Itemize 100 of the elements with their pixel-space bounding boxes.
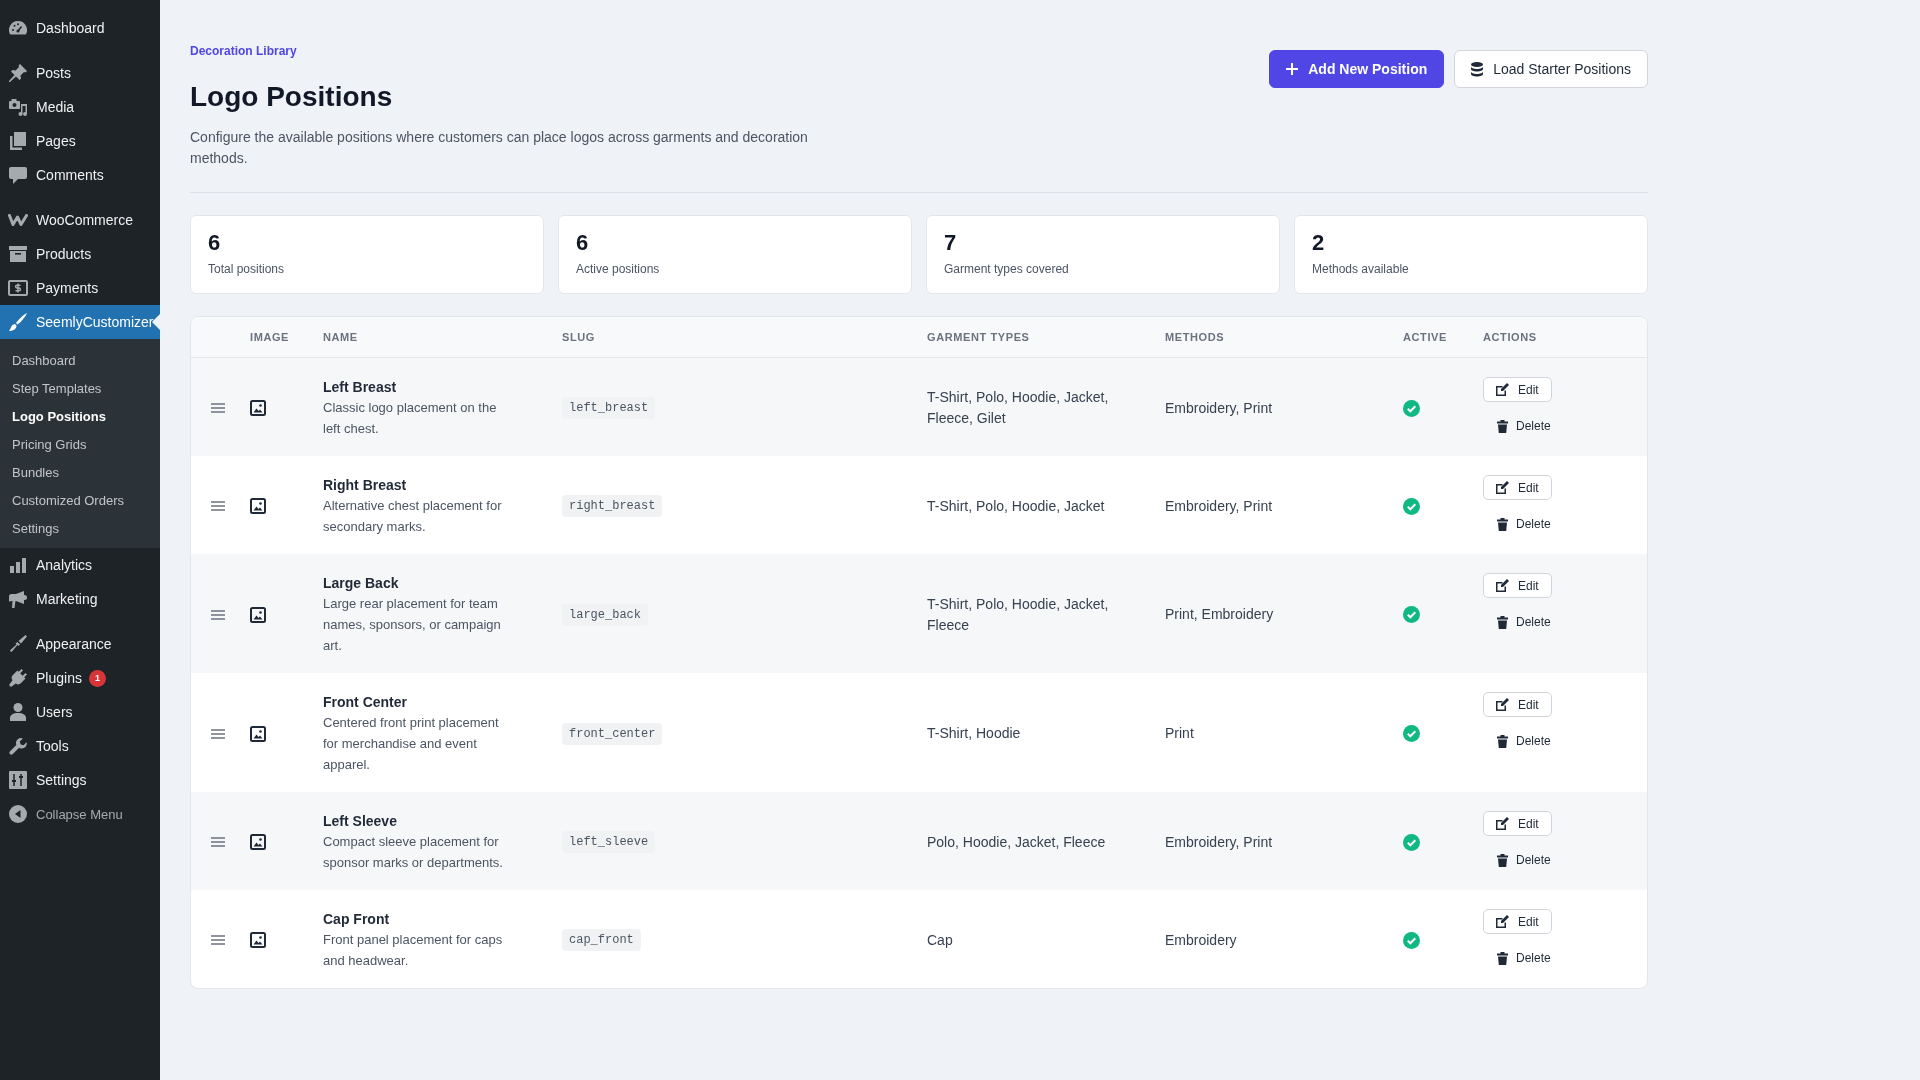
edit-icon	[1496, 698, 1509, 711]
edit-button[interactable]: Edit	[1483, 475, 1552, 500]
megaphone-icon	[9, 590, 27, 608]
camera-music-icon	[9, 98, 27, 116]
wrench-icon	[9, 737, 27, 755]
menu-item[interactable]: Media	[0, 90, 160, 124]
drag-handle-icon	[211, 935, 225, 945]
delete-button[interactable]: Delete	[1483, 515, 1551, 533]
delete-button[interactable]: Delete	[1483, 949, 1551, 967]
image-icon	[250, 400, 266, 416]
add-position-button[interactable]: Add New Position	[1269, 50, 1445, 88]
garment-types: T-Shirt, Hoodie	[927, 724, 1021, 743]
position-description: Alternative chest placement for secondary marks.	[323, 497, 503, 536]
gauge-icon	[9, 21, 27, 35]
caret-icon	[152, 314, 160, 330]
menu-item[interactable]: Analytics	[0, 548, 160, 582]
column-header: ACTIONS	[1482, 331, 1538, 343]
menu-item[interactable]: Comments	[0, 158, 160, 192]
page-title: Logo Positions	[190, 80, 394, 114]
decoration-methods: Embroidery, Print	[1165, 832, 1273, 852]
position-description: Large rear placement for team names, sponsors, or campaign art.	[323, 595, 502, 655]
bar-chart-icon	[10, 557, 26, 573]
trash-icon	[1497, 615, 1508, 629]
pages-icon	[10, 132, 26, 150]
page-description: Configure the available positions where customers can place logos across garments and decoration methods.	[190, 128, 809, 168]
menu-item[interactable]: SeemlyCustomizer	[0, 305, 160, 339]
slug-code: right_breast	[562, 495, 663, 517]
edit-button[interactable]: Edit	[1483, 909, 1552, 934]
column-header: SLUG	[561, 331, 596, 343]
garment-types: Cap	[927, 930, 953, 950]
position-name: Left Breast	[323, 378, 397, 397]
slug-code: large_back	[562, 603, 648, 626]
menu-item[interactable]: WooCommerce	[0, 203, 160, 237]
submenu-item[interactable]: Customized Orders	[0, 486, 160, 514]
dollar-box-icon	[8, 280, 28, 296]
slug-code: left_sleeve	[562, 831, 656, 853]
pushpin-icon	[9, 64, 27, 82]
column-header: IMAGE	[249, 331, 291, 343]
decoration-methods: Embroidery, Print	[1165, 398, 1273, 418]
plug-icon	[9, 669, 27, 687]
edit-button[interactable]: Edit	[1483, 692, 1552, 717]
menu-item[interactable]: Settings	[0, 763, 160, 797]
speech-bubble-icon	[9, 166, 27, 184]
menu-item[interactable]: Posts	[0, 56, 160, 90]
position-description: Centered front print placement for merchandise and event apparel.	[323, 714, 500, 774]
position-name: Left Sleeve	[323, 812, 397, 831]
menu-item[interactable]: Marketing	[0, 582, 160, 616]
brush-icon	[9, 313, 27, 331]
trash-icon	[1497, 419, 1508, 433]
decoration-methods: Print	[1165, 724, 1194, 743]
menu-item[interactable]: Tools	[0, 729, 160, 763]
paintbrush-icon	[9, 635, 27, 653]
edit-icon	[1496, 481, 1509, 494]
slug-code: left_breast	[562, 397, 656, 419]
submenu-item[interactable]: Bundles	[0, 458, 160, 486]
decoration-methods: Print, Embroidery	[1165, 605, 1274, 624]
edit-icon	[1496, 579, 1509, 592]
position-description: Front panel placement for caps and headwear.	[323, 931, 504, 970]
load-starter-button[interactable]: Load Starter Positions	[1454, 50, 1648, 88]
sliders-icon	[9, 771, 27, 789]
stat-label: Methods available	[1312, 261, 1410, 277]
submenu-item[interactable]: Step Templates	[0, 374, 160, 402]
position-name: Cap Front	[323, 910, 390, 929]
collapse-menu-button[interactable]: Collapse Menu	[0, 797, 160, 831]
submenu-item[interactable]: Dashboard	[0, 346, 160, 374]
image-icon	[250, 932, 266, 948]
menu-item[interactable]: Appearance	[0, 627, 160, 661]
drag-handle-icon	[211, 403, 225, 413]
image-icon	[250, 725, 266, 742]
menu-item[interactable]: Products	[0, 237, 160, 271]
menu-item[interactable]: Plugins 1	[0, 661, 160, 695]
archive-box-icon	[9, 246, 27, 262]
zigzag-logo-icon	[8, 214, 28, 226]
edit-button[interactable]: Edit	[1483, 377, 1552, 402]
edit-icon	[1496, 383, 1509, 396]
delete-button[interactable]: Delete	[1483, 613, 1551, 631]
menu-item[interactable]: Users	[0, 695, 160, 729]
trash-icon	[1497, 853, 1508, 867]
delete-button[interactable]: Delete	[1483, 851, 1551, 869]
stat-value: 6	[208, 230, 222, 256]
stat-label: Garment types covered	[944, 261, 1070, 277]
trash-icon	[1497, 951, 1508, 965]
database-icon	[1471, 61, 1484, 77]
stat-value: 7	[944, 230, 958, 256]
delete-button[interactable]: Delete	[1483, 732, 1551, 750]
submenu-item[interactable]: Logo Positions	[0, 402, 160, 430]
menu-item[interactable]: Pages	[0, 124, 160, 158]
submenu-item[interactable]: Settings	[0, 514, 160, 542]
column-header: ACTIVE	[1402, 331, 1448, 343]
edit-icon	[1496, 915, 1509, 928]
menu-item[interactable]: Dashboard	[0, 11, 160, 45]
trash-icon	[1497, 734, 1508, 748]
garment-types: T-Shirt, Polo, Hoodie, Jacket, Fleece, Gilet	[927, 388, 1110, 428]
position-name: Right Breast	[323, 476, 407, 495]
drag-handle-icon	[211, 501, 225, 511]
edit-button[interactable]: Edit	[1483, 573, 1552, 598]
menu-item[interactable]: Payments	[0, 271, 160, 305]
delete-button[interactable]: Delete	[1483, 417, 1551, 435]
submenu-item[interactable]: Pricing Grids	[0, 430, 160, 458]
edit-button[interactable]: Edit	[1483, 811, 1552, 836]
